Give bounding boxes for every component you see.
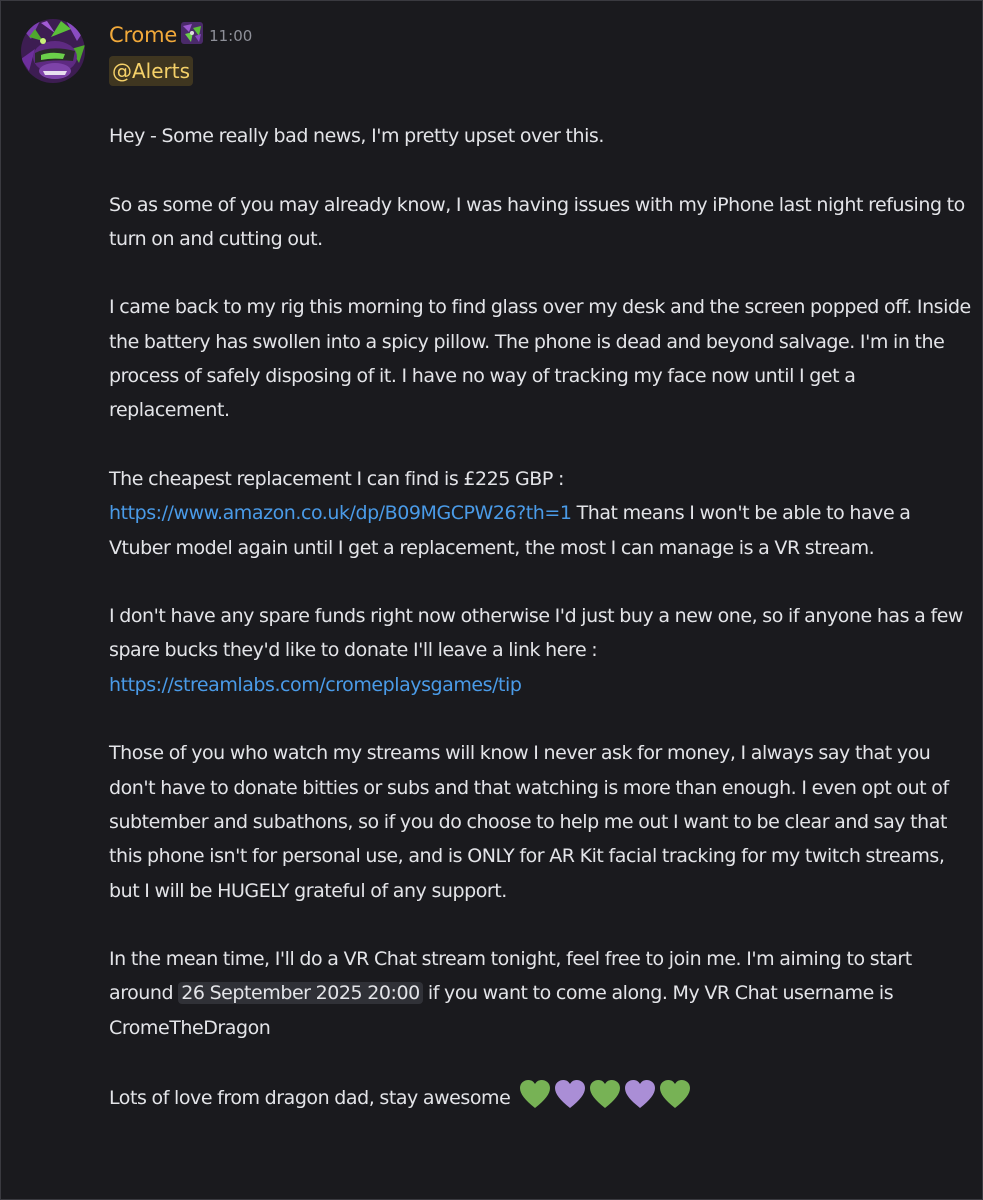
- message-container: Crome 11:00 @Alerts Hey - Some really ba…: [0, 0, 983, 1200]
- paragraph-text: Lots of love from dragon dad, stay aweso…: [109, 1087, 516, 1110]
- paragraph: I don't have any spare funds right now o…: [109, 599, 971, 702]
- paragraph-text: The cheapest replacement I can find is £…: [109, 467, 564, 490]
- purple-heart-icon[interactable]: [624, 1079, 656, 1109]
- role-mention[interactable]: @Alerts: [109, 56, 194, 86]
- paragraph: The cheapest replacement I can find is £…: [109, 462, 971, 565]
- avatar[interactable]: [21, 19, 85, 83]
- streamlabs-link[interactable]: https://streamlabs.com/cromeplaysgames/t…: [109, 674, 522, 696]
- message-body: Hey - Some really bad news, I'm pretty u…: [109, 119, 971, 1150]
- paragraph: Hey - Some really bad news, I'm pretty u…: [109, 125, 604, 147]
- purple-heart-icon[interactable]: [554, 1079, 586, 1109]
- amazon-link[interactable]: https://www.amazon.co.uk/dp/B09MGCPW26?t…: [109, 502, 572, 524]
- green-heart-icon[interactable]: [519, 1079, 551, 1109]
- green-heart-icon[interactable]: [659, 1079, 691, 1109]
- message-timestamp[interactable]: 11:00: [209, 27, 252, 45]
- green-heart-icon[interactable]: [589, 1079, 621, 1109]
- paragraph-text: I don't have any spare funds right now o…: [109, 605, 964, 662]
- dragon-avatar-icon: [21, 19, 85, 83]
- role-icon[interactable]: [181, 22, 204, 44]
- paragraph: Lots of love from dragon dad, stay aweso…: [109, 1079, 971, 1115]
- paragraph: I came back to my rig this morning to fi…: [109, 296, 971, 422]
- paragraph: In the mean time, I'll do a VR Chat stre…: [109, 942, 971, 1045]
- heart-emojis: [519, 1079, 694, 1109]
- message-header: Crome 11:00: [109, 19, 252, 51]
- paragraph: So as some of you may already know, I wa…: [109, 193, 965, 250]
- author-name[interactable]: Crome: [109, 23, 177, 47]
- paragraph: Those of you who watch my streams will k…: [109, 742, 949, 902]
- timestamp-chip[interactable]: 26 September 2025 20:00: [178, 982, 423, 1005]
